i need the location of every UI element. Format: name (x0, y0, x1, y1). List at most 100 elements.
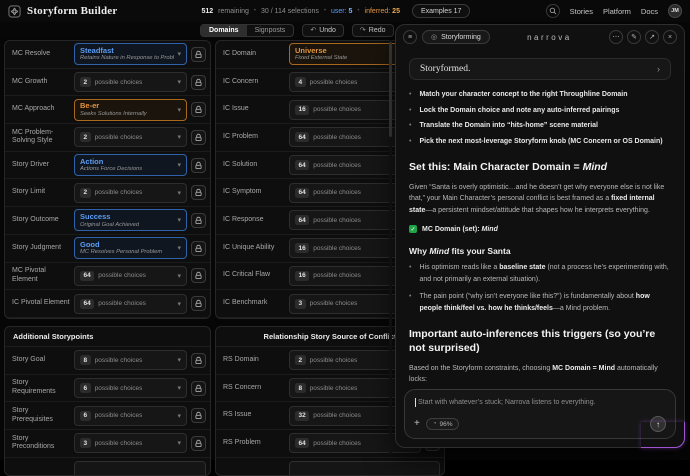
search-button[interactable] (546, 4, 560, 18)
ellipsis-icon: ⋯ (613, 33, 620, 41)
possible-choices-label: possible choices (310, 79, 358, 86)
possible-choices-label: possible choices (313, 189, 361, 196)
scrollbar-thumb[interactable] (389, 42, 392, 137)
possible-choices-label: possible choices (313, 412, 361, 419)
tab-signposts[interactable]: Signposts (247, 25, 294, 36)
lock-icon (194, 105, 203, 114)
undo-icon: ↶ (310, 26, 316, 34)
attach-button[interactable]: + (414, 419, 420, 429)
chevron-down-icon: ▾ (174, 384, 181, 392)
menu-button[interactable]: ≡ (403, 30, 417, 44)
storypoint-dropdown[interactable]: 6possible choices▾ (74, 406, 187, 426)
storypoint-dropdown[interactable]: 6 possible choices ▾ (74, 378, 187, 398)
inferred-selections: inferred: 25 (365, 8, 400, 15)
close-icon: × (668, 34, 672, 41)
lock-button[interactable] (191, 436, 206, 451)
possible-choices-label: possible choices (310, 357, 358, 364)
storypoint-dropdown[interactable]: 64possible choices▾ (74, 266, 187, 286)
lock-button[interactable] (191, 241, 206, 256)
lock-icon (194, 188, 203, 197)
expand-button[interactable]: ↗ (645, 30, 659, 44)
tab-domains[interactable]: Domains (201, 25, 247, 36)
lock-button[interactable] (191, 296, 206, 311)
possible-choices-label: possible choices (95, 134, 143, 141)
why-mind-bullets: •His optimism reads like a baseline stat… (409, 262, 671, 314)
context-usage-pill[interactable]: ◔ 96% (426, 418, 460, 430)
storypoint-dropdown[interactable]: 2possible choices▾ (74, 183, 187, 203)
lock-icon (194, 299, 203, 308)
storypoint-label: MC Resolve (12, 50, 74, 59)
storypoint-dropdown[interactable]: 2possible choices▾ (74, 127, 187, 147)
chat-input-placeholder: Start with whatever’s stuck; Narrova lis… (415, 398, 596, 407)
possible-choices-label: possible choices (95, 189, 143, 196)
lock-button[interactable] (191, 268, 206, 283)
checklist-item: •Match your character concept to the rig… (409, 90, 671, 101)
choice-count-badge: 6 (80, 383, 91, 393)
lock-button[interactable] (191, 102, 206, 117)
undo-button[interactable]: ↶ Undo (302, 24, 344, 37)
choice-count-badge: 64 (295, 188, 309, 198)
possible-choices-label: possible choices (95, 357, 143, 364)
storyformed-collapsed-card[interactable]: Storyformed. › (409, 58, 671, 80)
menu-icon: ≡ (408, 34, 412, 41)
storypoint-row: IC Pivotal Element64possible choices▾ (5, 290, 210, 318)
nav-link-stories[interactable]: Stories (570, 7, 593, 16)
lock-button[interactable] (191, 381, 206, 396)
storypoint-label: IC Benchmark (223, 299, 289, 308)
selected-value: Success (80, 212, 139, 221)
storypoint-dropdown[interactable]: 2possible choices▾ (74, 72, 187, 92)
close-button[interactable]: × (663, 30, 677, 44)
chat-message-area: Storyformed. › •Match your character con… (396, 50, 684, 383)
bullet-icon: • (409, 90, 411, 101)
send-arrow-icon: ↑ (656, 420, 660, 429)
lock-button[interactable] (191, 213, 206, 228)
chevron-down-icon: ▾ (174, 244, 181, 252)
lock-button[interactable] (191, 130, 206, 145)
redo-icon: ↷ (360, 26, 366, 34)
storypoint-row: Story Requirements6possible choices▾ (5, 375, 210, 403)
send-button[interactable]: ↑ (650, 416, 666, 432)
more-options-button[interactable]: ⋯ (609, 30, 623, 44)
nav-link-platform[interactable]: Platform (603, 7, 631, 16)
remaining-label: remaining (218, 8, 249, 15)
storypoint-dropdown[interactable]: SuccessOriginal Goal Achieved▾ (74, 209, 187, 231)
edit-button[interactable]: ✎ (627, 30, 641, 44)
redo-button[interactable]: ↷ Redo (352, 24, 394, 37)
bullet-icon: • (409, 262, 411, 285)
narrova-wordmark: narrova (495, 33, 604, 42)
possible-choices-label: possible choices (95, 385, 143, 392)
selected-description: Original Goal Achieved (80, 222, 139, 229)
lock-button[interactable] (191, 408, 206, 423)
storypoint-dropdown[interactable]: GoodMC Resolves Personal Problem▾ (74, 237, 187, 259)
choice-count-badge: 64 (80, 271, 94, 281)
main-scrollbar[interactable] (389, 40, 392, 454)
nav-link-docs[interactable]: Docs (641, 7, 658, 16)
mc-storypoints-panel: MC ResolveSteadfastRetains Nature in Res… (4, 40, 211, 319)
chat-input[interactable]: Start with whatever’s stuck; Narrova lis… (404, 389, 676, 439)
storypoint-label: MC Growth (12, 78, 74, 87)
examples-button[interactable]: Examples 17 (412, 4, 470, 18)
storyforming-pill[interactable]: ◎ Storyforming (422, 30, 490, 44)
lock-button[interactable] (191, 353, 206, 368)
choice-count-badge: 8 (80, 355, 91, 365)
dot-separator: • (254, 8, 256, 14)
lock-button[interactable] (191, 185, 206, 200)
storypoint-dropdown[interactable]: Be-erSeeks Solutions Internally▾ (74, 99, 187, 121)
storypoint-dropdown[interactable]: 64possible choices▾ (74, 294, 187, 314)
storypoint-dropdown[interactable]: 3possible choices▾ (74, 433, 187, 453)
chat-header: ≡ ◎ Storyforming narrova ⋯ ✎ ↗ × (396, 25, 684, 49)
lock-button[interactable] (191, 75, 206, 90)
lock-button[interactable] (191, 47, 206, 62)
storypoint-dropdown[interactable]: 8possible choices▾ (74, 350, 187, 370)
lock-button[interactable] (191, 158, 206, 173)
user-avatar[interactable]: JM (668, 4, 682, 18)
workflow-checklist: •Match your character concept to the rig… (409, 90, 671, 147)
possible-choices-label: possible choices (310, 385, 358, 392)
storypoint-row (216, 458, 444, 476)
storypoint-dropdown[interactable]: ActionActions Force Decisions▾ (74, 154, 187, 176)
chevron-down-icon: ▾ (174, 106, 181, 114)
storypoint-dropdown[interactable]: SteadfastRetains Nature in Response to P… (74, 43, 187, 65)
chevron-down-icon: ▾ (174, 189, 181, 197)
selected-value: Good (80, 240, 162, 249)
app-title: Storyform Builder (27, 5, 117, 17)
